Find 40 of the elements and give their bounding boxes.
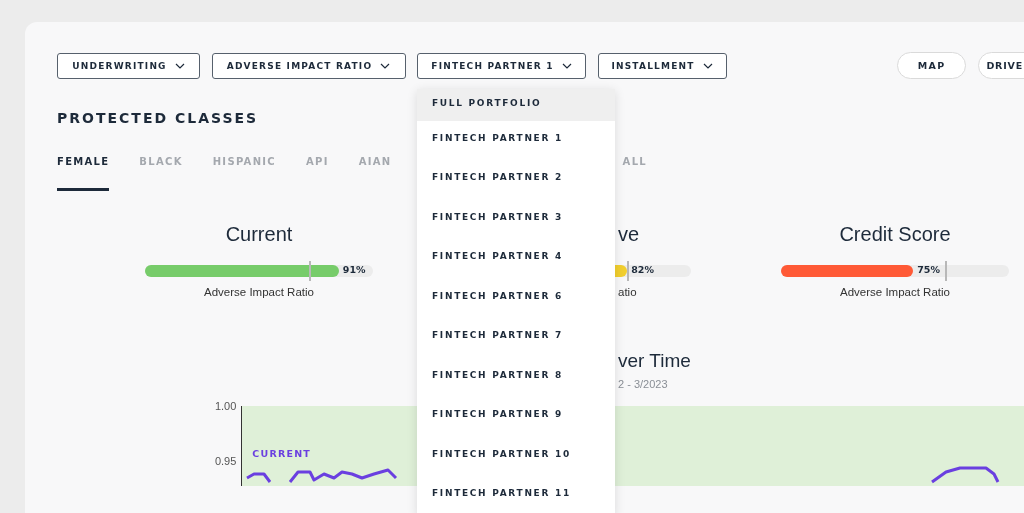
view-button[interactable]: DRIVE — [978, 52, 1024, 79]
metric-title: ve — [618, 223, 640, 247]
section-title: PROTECTED CLASSES — [57, 110, 260, 126]
menu-item[interactable]: FINTECH PARTNER 3 — [417, 199, 615, 239]
ratio-value: 91% — [342, 264, 366, 275]
chevron-icon — [174, 62, 185, 69]
series-label: CURRENT — [252, 448, 311, 459]
metric-caption: Adverse Impact Ratio — [840, 286, 950, 298]
metric-caption: atio — [618, 286, 637, 298]
tab[interactable]: FEMALE — [57, 156, 110, 191]
filter-dropdown[interactable]: FINTECH PARTNER 1 — [417, 52, 586, 79]
ratio-value: 82% — [631, 264, 654, 275]
filter-dropdown[interactable]: INSTALLMENT — [597, 52, 727, 79]
menu-item[interactable]: FINTECH PARTNER 1 — [417, 120, 615, 160]
menu-item[interactable]: FINTECH PARTNER 10 — [417, 436, 615, 476]
menu-item[interactable]: FINTECH PARTNER 6 — [417, 278, 615, 318]
chevron-icon — [561, 62, 572, 69]
ratio-value: 75% — [917, 264, 940, 275]
menu-item[interactable]: FULL PORTFOLIO — [417, 88, 615, 121]
view-button[interactable]: MAP — [896, 52, 967, 79]
threshold-marker — [627, 261, 630, 281]
menu-item[interactable]: FINTECH PARTNER 7 — [417, 318, 615, 358]
chart-title: ver Time — [618, 350, 692, 372]
chart-subtitle: 2 - 3/2023 — [618, 378, 669, 390]
metric-title: Credit Score — [839, 223, 951, 247]
metric-title: Current — [225, 223, 293, 247]
chevron-icon — [380, 62, 391, 69]
menu-item[interactable]: FINTECH PARTNER 2 — [417, 160, 615, 200]
axis-label: 0.95 — [214, 455, 237, 467]
metric-caption: Adverse Impact Ratio — [204, 286, 314, 298]
chevron-icon — [702, 62, 713, 69]
filter-dropdown[interactable]: UNDERWRITING — [57, 52, 200, 79]
threshold-marker — [945, 261, 948, 281]
filter-dropdown[interactable]: ADVERSE IMPACT RATIO — [211, 52, 406, 79]
threshold-marker — [309, 261, 312, 281]
menu-item[interactable]: FINTECH PARTNER 9 — [417, 397, 615, 437]
axis-label: 1.00 — [214, 400, 237, 412]
menu-item[interactable]: FINTECH PARTNER 11 — [417, 476, 615, 513]
menu-item[interactable]: FINTECH PARTNER 8 — [417, 357, 615, 397]
menu-item[interactable]: FINTECH PARTNER 4 — [417, 239, 615, 279]
